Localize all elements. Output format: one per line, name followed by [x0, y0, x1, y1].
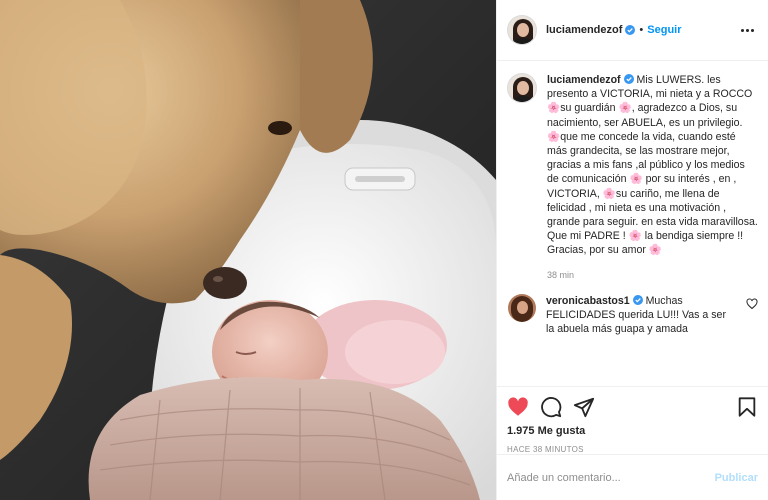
add-comment-bar: Publicar — [497, 454, 768, 500]
caption-avatar[interactable] — [507, 73, 537, 103]
post-side-panel: luciamendezof • Seguir luciamendezof Mis… — [496, 0, 768, 500]
post-caption: luciamendezof Mis LUWERS. les presento a… — [507, 73, 758, 282]
photo-dog-and-baby — [0, 0, 496, 500]
verified-badge-icon — [625, 25, 636, 35]
verified-badge-icon — [623, 74, 634, 84]
comment-input[interactable] — [507, 471, 715, 484]
publish-button[interactable]: Publicar — [715, 472, 758, 484]
comment-icon[interactable] — [540, 396, 562, 418]
post-header: luciamendezof • Seguir — [497, 0, 768, 61]
header-separator: • — [639, 24, 644, 36]
comments-section[interactable]: luciamendezof Mis LUWERS. les presento a… — [497, 61, 768, 386]
bookmark-icon[interactable] — [736, 396, 758, 418]
post-photo[interactable] — [0, 0, 496, 500]
more-options-icon[interactable] — [736, 19, 758, 41]
caption-timestamp[interactable]: 38 min — [547, 268, 758, 282]
share-icon[interactable] — [573, 396, 595, 418]
instagram-post: luciamendezof • Seguir luciamendezof Mis… — [0, 0, 768, 500]
heart-icon[interactable] — [507, 396, 529, 418]
post-actions: 1.975 Me gusta HACE 38 MINUTOS — [497, 386, 768, 454]
comment-item: veronicabastos1 Muchas FELICIDADES queri… — [507, 293, 758, 337]
author-avatar[interactable] — [507, 15, 537, 45]
author-username[interactable]: luciamendezof — [546, 24, 622, 36]
comment-like-heart-icon[interactable] — [746, 298, 758, 310]
caption-text: Mis LUWERS. les presento a VICTORIA, mi … — [547, 74, 758, 257]
likes-count[interactable]: 1.975 Me gusta — [507, 425, 758, 437]
post-time-ago[interactable]: HACE 38 MINUTOS — [507, 445, 758, 454]
verified-badge-icon — [632, 294, 643, 305]
commenter-username[interactable]: veronicabastos1 — [546, 295, 630, 307]
commenter-avatar[interactable] — [508, 293, 536, 322]
follow-button[interactable]: Seguir — [647, 24, 681, 36]
caption-username[interactable]: luciamendezof — [547, 74, 621, 86]
